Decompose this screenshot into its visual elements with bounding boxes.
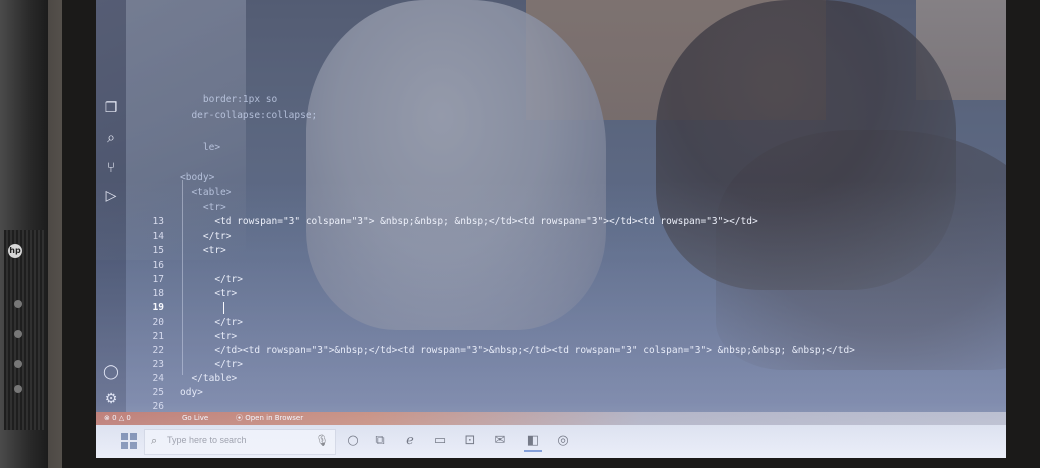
- chrome-icon[interactable]: ◎: [554, 432, 572, 450]
- search-icon: ⌕: [151, 434, 158, 447]
- microphone-icon[interactable]: 🎙: [315, 434, 329, 447]
- code-text: <td rowspan="3" colspan="3"> &nbsp;&nbsp…: [180, 216, 758, 227]
- code-line[interactable]: 24 </table>: [96, 371, 976, 386]
- code-text: ody>: [180, 387, 203, 398]
- code-text: <table>: [180, 187, 232, 198]
- code-line[interactable]: 14 </tr>: [96, 229, 976, 244]
- tower-vent: [4, 230, 44, 430]
- file-explorer-icon[interactable]: ▭: [431, 432, 449, 450]
- code-text: <tr>: [180, 288, 238, 299]
- go-live-button[interactable]: Go Live: [182, 412, 208, 425]
- line-number: 16: [152, 260, 164, 271]
- line-number: 18: [152, 288, 164, 299]
- code-text: <tr>: [180, 202, 226, 213]
- line-number: 21: [152, 331, 164, 342]
- line-number: 17: [152, 274, 164, 285]
- code-line[interactable]: 19: [96, 300, 976, 315]
- code-text: border:1px so: [180, 94, 278, 105]
- hp-logo-icon: hp: [8, 244, 22, 258]
- code-line[interactable]: <body>: [96, 170, 976, 185]
- search-placeholder: Type here to search: [167, 435, 247, 445]
- desktop-tower: hp: [0, 0, 48, 468]
- code-line[interactable]: 13 <td rowspan="3" colspan="3"> &nbsp;&n…: [96, 214, 976, 229]
- open-in-browser-button[interactable]: ⦿ Open in Browser: [236, 412, 303, 425]
- usb-port-icon: [14, 330, 22, 338]
- monitor-screen: ❐ ⌕ ⑂ ▷ ◯ ⚙ border:1px so der-collapse:c…: [96, 0, 1006, 458]
- code-editor[interactable]: ❐ ⌕ ⑂ ▷ ◯ ⚙ border:1px so der-collapse:c…: [96, 0, 1006, 412]
- line-number: 19: [152, 302, 164, 313]
- code-text: </tr>: [180, 359, 243, 370]
- code-text: der-collapse:collapse;: [180, 110, 318, 121]
- taskbar-search-input[interactable]: ⌕ Type here to search 🎙: [144, 429, 336, 455]
- code-text: <body>: [180, 172, 215, 183]
- vscode-taskbar-icon[interactable]: ◧: [524, 432, 542, 452]
- photo-scene: hp ❐ ⌕ ⑂ ▷ ◯ ⚙ border:1px so der-collaps…: [0, 0, 1040, 468]
- status-bar: ⊗ 0 △ 0 Go Live ⦿ Open in Browser: [96, 412, 1006, 425]
- code-line[interactable]: le>: [96, 140, 976, 155]
- code-line[interactable]: 23 </tr>: [96, 357, 976, 372]
- line-number: 24: [152, 373, 164, 384]
- line-number: 13: [152, 216, 164, 227]
- code-text: </tr>: [180, 317, 243, 328]
- code-line[interactable]: 17 </tr>: [96, 272, 976, 287]
- code-text: <tr>: [180, 245, 226, 256]
- code-line[interactable]: der-collapse:collapse;: [96, 108, 976, 123]
- line-number: 20: [152, 317, 164, 328]
- code-text: le>: [180, 142, 221, 153]
- problems-status[interactable]: ⊗ 0 △ 0: [104, 412, 131, 425]
- windows-start-icon[interactable]: [121, 433, 137, 449]
- code-line[interactable]: border:1px so: [96, 92, 976, 107]
- task-view-icon[interactable]: ⧉: [371, 432, 389, 450]
- edge-browser-icon[interactable]: ℯ: [401, 432, 419, 450]
- code-line[interactable]: 25 ody>: [96, 385, 976, 400]
- code-text: </tr>: [180, 231, 232, 242]
- mail-icon[interactable]: ✉: [491, 432, 509, 450]
- line-number: 14: [152, 231, 164, 242]
- code-line[interactable]: <tr>: [96, 200, 976, 215]
- code-line[interactable]: 20 </tr>: [96, 315, 976, 330]
- code-text: </table>: [180, 373, 238, 384]
- code-line[interactable]: <table>: [96, 185, 976, 200]
- code-text: </tr>: [180, 274, 243, 285]
- code-text: </td><td rowspan="3">&nbsp;</td><td rows…: [180, 345, 855, 356]
- windows-taskbar: ⌕ Type here to search 🎙 ○ ⧉ ℯ ▭ ⊡ ✉ ◧ ◎: [96, 425, 1006, 458]
- usb-port-icon: [14, 360, 22, 368]
- line-number: 23: [152, 359, 164, 370]
- code-line[interactable]: 22 </td><td rowspan="3">&nbsp;</td><td r…: [96, 343, 976, 358]
- cortana-icon[interactable]: ○: [344, 432, 362, 450]
- audio-port-icon: [14, 385, 22, 393]
- usb-port-icon: [14, 300, 22, 308]
- line-number: 15: [152, 245, 164, 256]
- code-text: <tr>: [180, 331, 238, 342]
- line-number: 25: [152, 387, 164, 398]
- code-line[interactable]: 15 <tr>: [96, 243, 976, 258]
- code-line[interactable]: 16: [96, 258, 976, 273]
- code-line[interactable]: 18 <tr>: [96, 286, 976, 301]
- store-icon[interactable]: ⊡: [461, 432, 479, 450]
- code-line[interactable]: 21 <tr>: [96, 329, 976, 344]
- text-cursor: [223, 302, 224, 314]
- line-number: 22: [152, 345, 164, 356]
